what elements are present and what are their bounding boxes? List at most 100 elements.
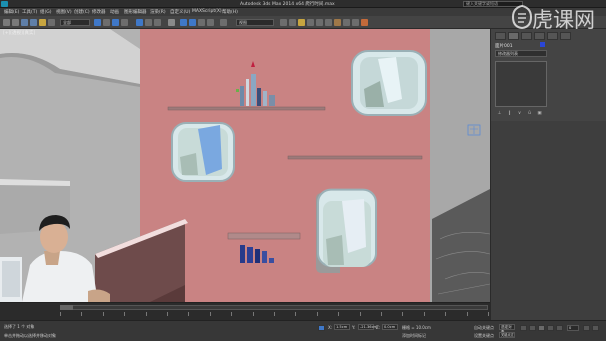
time-slider[interactable] [60,305,488,310]
time-slider-thumb[interactable] [60,305,73,310]
unlink-icon[interactable] [30,19,37,26]
add-time-tag[interactable]: 添加时间标记 [402,333,426,339]
ruler-tick [231,312,233,316]
menu-rendering[interactable]: 渲染(R) [150,9,166,15]
orbit-icon[interactable] [592,325,599,331]
z-coord-field[interactable]: 0.0cm [382,324,398,330]
ruler-tick [209,312,211,316]
schematic-view-icon[interactable] [325,19,332,26]
menu-tools[interactable]: 工具(T) [22,9,37,15]
viewport-scene [0,29,490,302]
spinner-snap-icon[interactable] [207,19,214,26]
selection-filter-dropdown[interactable]: 全部 [60,19,90,26]
window-crossing-icon[interactable] [121,19,128,26]
previous-frame-icon[interactable] [529,325,536,331]
ruler-tick [188,312,190,316]
menu-help[interactable]: 帮助(H) [222,9,238,15]
undo-icon[interactable] [3,19,10,26]
curve-editor-icon[interactable] [316,19,323,26]
show-end-result-icon[interactable]: ∥ [507,111,512,116]
y-coord-field[interactable]: -21.36cm [358,324,377,330]
ruler-tick [316,312,318,316]
redo-icon[interactable] [12,19,19,26]
select-by-name-icon[interactable] [103,19,110,26]
lock-selection-icon[interactable] [318,325,325,331]
remove-modifier-icon[interactable]: ǔ [527,111,532,116]
configure-sets-icon[interactable]: ▣ [537,111,542,116]
zoom-icon[interactable] [583,325,590,331]
menu-create[interactable]: 创建(C) [74,9,90,15]
ruler-tick [274,312,275,316]
ruler-tick [124,312,126,316]
mirror-icon[interactable] [280,19,287,26]
reference-coord-dropdown[interactable]: 视图 [236,19,274,26]
ruler-tick [102,312,104,316]
timeline [0,302,490,320]
menu-modifiers[interactable]: 修改器 [92,9,106,15]
menu-animation[interactable]: 动画 [110,9,119,15]
modifier-stack-list[interactable] [495,61,547,107]
hierarchy-tab-icon[interactable] [521,32,532,40]
graphite-tools-icon[interactable] [307,19,314,26]
menu-edit[interactable]: 编辑(E) [4,9,19,15]
angle-snap-icon[interactable] [189,19,196,26]
render-setup-icon[interactable] [343,19,350,26]
ruler-tick [466,312,468,316]
x-label: X: [328,325,333,330]
modifier-list-dropdown[interactable]: 修改器列表 [495,50,547,57]
key-filters-button[interactable]: 关键点过滤器... [499,332,515,338]
create-tab-icon[interactable] [495,32,506,40]
menu-maxscript[interactable]: MAXScript(X) [192,9,222,14]
align-icon[interactable] [289,19,296,26]
modify-tab-icon[interactable] [508,32,519,40]
menu-graph[interactable]: 图形编辑器 [124,9,147,15]
middle-shelf [287,155,423,160]
make-unique-icon[interactable]: ∨ [517,111,522,116]
rect-selection-icon[interactable] [112,19,119,26]
select-object-icon[interactable] [94,19,101,26]
ruler-tick [295,312,297,316]
watermark-text: 虎课网 [532,8,595,32]
select-move-icon[interactable] [136,19,143,26]
frame-ruler[interactable] [60,312,489,319]
watermark-logo: 虎课网 [510,2,606,32]
snaps-toggle-icon[interactable] [180,19,187,26]
auto-key-button[interactable]: 选定对象 [499,324,515,334]
frame-bottom-right [316,188,377,273]
layer-manager-icon[interactable] [298,19,305,26]
tiger-logo-icon [511,4,533,30]
current-frame-field[interactable]: 0 [567,325,579,331]
go-to-start-icon[interactable] [520,325,527,331]
selection-status: 选择了 1 个 对象 [4,324,35,329]
upper-shelf [167,106,326,111]
object-color-swatch[interactable] [540,42,545,47]
menu-customize[interactable]: 自定义(U) [170,9,190,15]
selection-filter-icon[interactable] [48,19,55,26]
select-rotate-icon[interactable] [145,19,152,26]
bind-spacewarp-icon[interactable] [39,19,46,26]
x-coord-field[interactable]: 1.5cm [334,324,350,330]
lower-shelf [227,232,301,240]
menu-group[interactable]: 组(G) [40,9,52,15]
pin-stack-icon[interactable]: ⊥ [497,111,502,116]
next-frame-icon[interactable] [547,325,554,331]
named-selection-icon[interactable] [220,19,227,26]
select-scale-icon[interactable] [154,19,161,26]
ruler-tick [445,312,447,316]
play-icon[interactable] [538,325,545,331]
rendered-frame-icon[interactable] [352,19,359,26]
object-name-field[interactable]: 面片001 [495,43,513,49]
perspective-viewport[interactable]: [+][透视][真实] [0,29,490,302]
viewport-label[interactable]: [+][透视][真实] [3,30,35,36]
ruler-tick [338,312,340,316]
menu-views[interactable]: 视图(V) [56,9,72,15]
material-editor-icon[interactable] [334,19,341,26]
ruler-tick [60,312,61,316]
percent-snap-icon[interactable] [198,19,205,26]
go-to-end-icon[interactable] [556,325,563,331]
link-icon[interactable] [21,19,28,26]
grid-size: 栅格 = 10.0cm [402,325,431,330]
render-icon[interactable] [361,19,368,26]
app-logo-icon[interactable] [1,1,8,7]
pivot-icon[interactable] [168,19,175,26]
